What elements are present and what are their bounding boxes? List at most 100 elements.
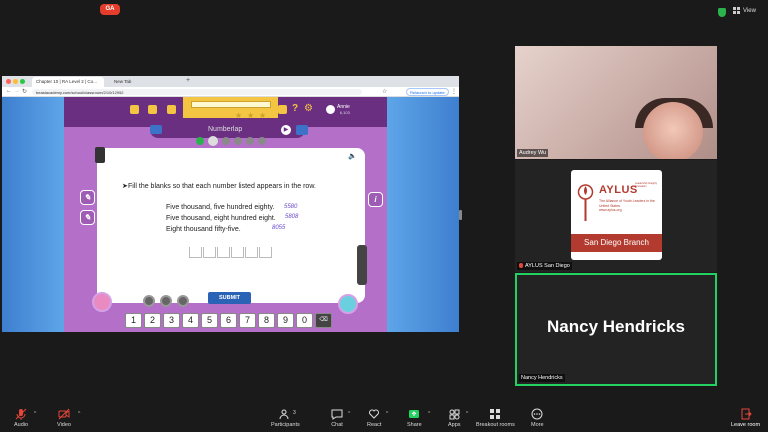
participant-tile-nancy[interactable]: Nancy Hendricks Nancy Hendricks	[515, 273, 717, 386]
participant-video-face	[643, 102, 703, 159]
help-icon[interactable]: ?	[292, 103, 298, 114]
chevron-up-icon[interactable]: ^	[348, 411, 350, 417]
home-icon[interactable]	[130, 105, 139, 114]
chevron-up-icon[interactable]: ^	[428, 411, 430, 417]
maximize-window-icon[interactable]	[20, 79, 25, 84]
security-shield-icon	[718, 8, 726, 17]
aylus-subtitle-text: The Alliance of Youth Leaders in the Uni…	[599, 199, 655, 208]
chevron-up-icon[interactable]: ^	[466, 411, 468, 417]
blank-cell[interactable]	[245, 247, 258, 258]
participant-display-name: Nancy Hendricks	[547, 317, 685, 336]
key-0[interactable]: 0	[296, 313, 313, 328]
reload-icon[interactable]: ↻	[22, 88, 27, 95]
submit-button[interactable]: SUBMIT	[208, 292, 251, 304]
book-icon[interactable]	[148, 105, 157, 114]
participants-count: 3	[293, 410, 296, 416]
new-tab-plus-icon[interactable]: +	[186, 77, 190, 84]
chat-icon	[331, 409, 343, 420]
forward-arrow-icon[interactable]: →	[14, 88, 20, 94]
number-line-2: Five thousand, eight hundred eight.	[166, 215, 276, 222]
back-arrow-icon[interactable]: ←	[6, 88, 12, 94]
participant-name: AYLUS San Diego	[517, 262, 572, 270]
blank-cell[interactable]	[231, 247, 244, 258]
progress-dot-current[interactable]	[208, 136, 218, 146]
blank-cell[interactable]	[203, 247, 216, 258]
key-2[interactable]: 2	[144, 313, 161, 328]
chat-button[interactable]: Chat	[331, 408, 343, 428]
apps-icon	[449, 409, 460, 420]
kebab-menu-icon[interactable]: ⋮	[451, 88, 457, 95]
bookmark-star-icon[interactable]: ☆	[382, 88, 387, 95]
video-button[interactable]: Video	[57, 408, 71, 428]
pencil-icon[interactable]: ✎	[80, 190, 95, 205]
share-label: Share	[407, 422, 422, 428]
key-7[interactable]: 7	[239, 313, 256, 328]
minimize-window-icon[interactable]	[13, 79, 18, 84]
avatar[interactable]	[326, 105, 335, 114]
progress-dot[interactable]	[196, 137, 204, 145]
number-line-1: Five thousand, five hundred eighty.	[166, 204, 275, 211]
key-3[interactable]: 3	[163, 313, 180, 328]
delete-key[interactable]: ⌫	[315, 313, 332, 328]
more-button[interactable]: More	[531, 408, 544, 428]
trophy-icon[interactable]	[167, 105, 176, 114]
participant-tile-aylus[interactable]: AYLUS Leadership Integrity Innovation Th…	[515, 160, 717, 272]
heart-icon	[369, 409, 380, 419]
play-icon[interactable]: ▶	[281, 125, 291, 135]
react-button[interactable]: React	[367, 408, 381, 428]
breakout-label: Breakout rooms	[476, 422, 515, 428]
progress-dot[interactable]	[234, 137, 242, 145]
key-8[interactable]: 8	[258, 313, 275, 328]
split-handle[interactable]	[459, 210, 462, 220]
blank-cell[interactable]	[189, 247, 202, 258]
browser-tab-chapter[interactable]: Chapter 10 | RA Level 2 | Co...	[32, 77, 104, 87]
progress-dot[interactable]	[246, 137, 254, 145]
participant-name: Audrey Wu	[517, 149, 549, 157]
gear-icon[interactable]: ⚙	[304, 103, 313, 114]
browser-toolbar: ← → ↻ beastacademy.com/school/classroom/…	[2, 87, 459, 97]
browser-tab-bar: Chapter 10 | RA Level 2 | Co... New Tab …	[2, 76, 459, 87]
close-window-icon[interactable]	[6, 79, 11, 84]
share-button[interactable]: Share	[407, 408, 422, 428]
apps-label: Apps	[448, 422, 461, 428]
key-9[interactable]: 9	[277, 313, 294, 328]
info-button[interactable]: i	[368, 192, 383, 207]
meeting-toolbar: Audio ^ Video ^ Participants 3 Chat ^ Re…	[0, 402, 768, 432]
key-5[interactable]: 5	[201, 313, 218, 328]
audio-button[interactable]: Audio	[14, 408, 28, 428]
aylus-url: www.aylus.org	[599, 208, 622, 212]
leave-room-button[interactable]: Leave room	[731, 408, 760, 428]
torch-icon	[577, 184, 594, 221]
blank-cell[interactable]	[259, 247, 272, 258]
relaunch-button[interactable]: Relaunch to update	[406, 88, 449, 96]
key-6[interactable]: 6	[220, 313, 237, 328]
answer-blanks[interactable]	[189, 247, 272, 258]
flask-icon	[338, 294, 358, 314]
chevron-up-icon[interactable]: ^	[386, 411, 388, 417]
redo-icon[interactable]	[160, 295, 172, 307]
participant-tile-audrey[interactable]: Audrey Wu	[515, 46, 717, 159]
progress-dot[interactable]	[222, 137, 230, 145]
undo-icon[interactable]	[143, 295, 155, 307]
view-button[interactable]: View	[733, 7, 756, 14]
progress-dot[interactable]	[258, 137, 266, 145]
browser-tab-new[interactable]: New Tab	[110, 77, 182, 87]
blank-cell[interactable]	[217, 247, 230, 258]
ga-logo[interactable]: GA	[100, 4, 120, 15]
reset-icon[interactable]	[177, 295, 189, 307]
share-screen-icon	[409, 410, 420, 418]
speaker-icon[interactable]: 🔈	[348, 152, 357, 160]
badge-icon[interactable]	[278, 105, 287, 114]
answer-3: 8055	[272, 225, 286, 231]
key-4[interactable]: 4	[182, 313, 199, 328]
key-1[interactable]: 1	[125, 313, 142, 328]
chevron-up-icon[interactable]: ^	[78, 411, 80, 417]
stats-icon[interactable]	[296, 125, 308, 135]
eraser-icon[interactable]: ✎	[80, 210, 95, 225]
view-label: View	[743, 7, 756, 14]
address-bar[interactable]: beastacademy.com/school/classroom/2/10/1…	[32, 89, 362, 95]
breakout-rooms-button[interactable]: Breakout rooms	[476, 408, 515, 428]
apps-button[interactable]: Apps	[448, 408, 461, 428]
chevron-up-icon[interactable]: ^	[34, 411, 36, 417]
video-icon[interactable]	[150, 125, 162, 134]
